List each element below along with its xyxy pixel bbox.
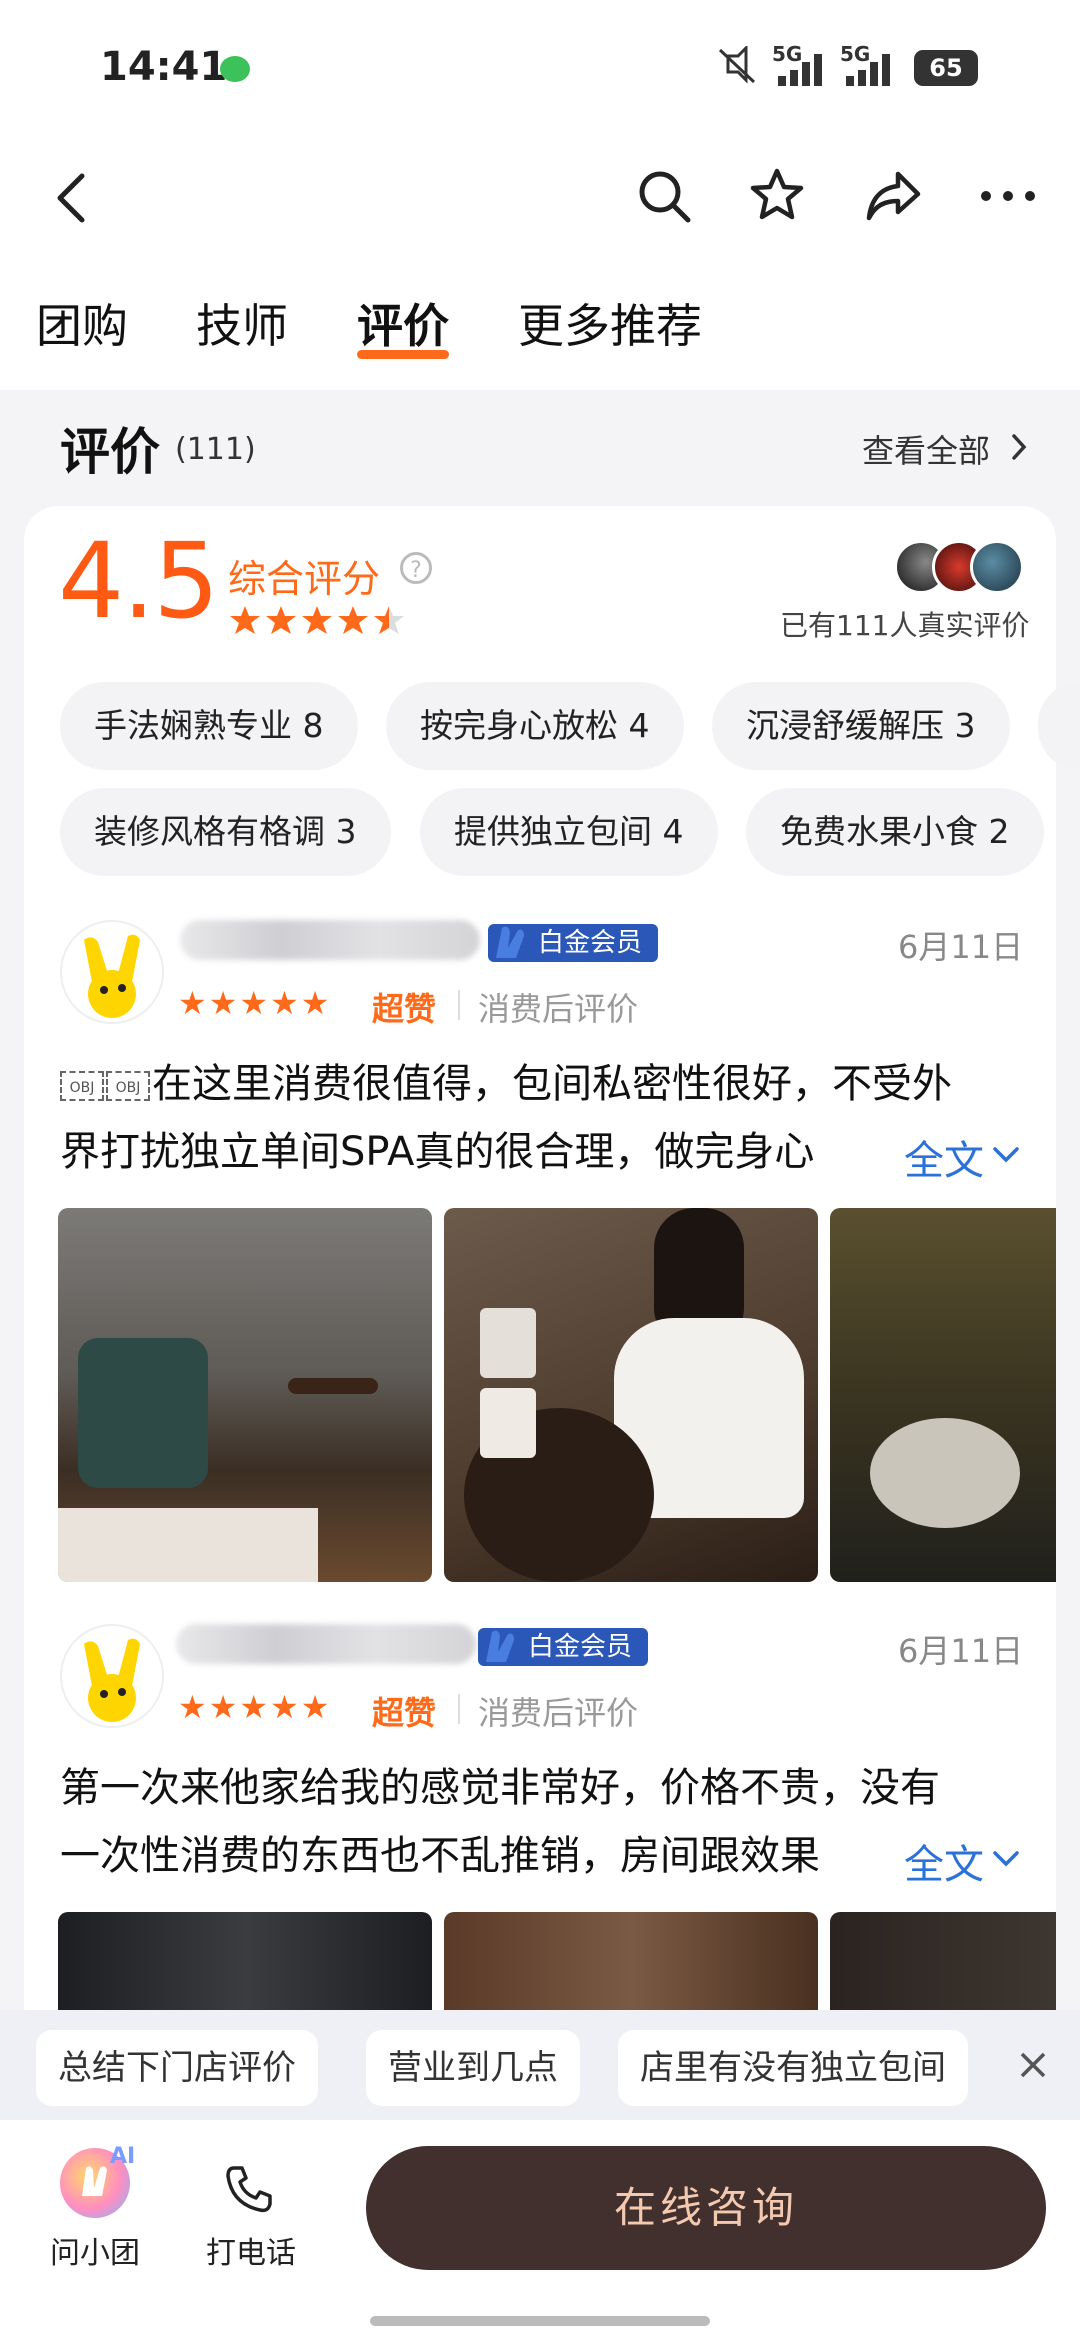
review-text: 在这里消费很值得，包间私密性很好，不受外	[152, 1061, 952, 1107]
ai-badge: AI	[110, 2144, 136, 2169]
review-photo[interactable]	[58, 1208, 432, 1582]
review-stars: ★★★★★	[178, 984, 332, 1022]
review-photo[interactable]	[444, 1912, 818, 2022]
suggestion-chip[interactable]: 总结下门店评价	[36, 2030, 318, 2106]
badge-label: 白金会员	[528, 1632, 633, 1662]
review-photo[interactable]	[58, 1912, 432, 2022]
review-photo[interactable]	[830, 1912, 1056, 2022]
tag-chip[interactable]: 按完身心放松 4	[386, 682, 684, 770]
obj-placeholder: OBJ	[60, 1071, 104, 1101]
tag-chip[interactable]: 免费水果小食 2	[746, 788, 1044, 876]
battery-level: 65	[929, 54, 963, 82]
tab-reviews[interactable]: 评价	[357, 290, 449, 356]
section-title: 评价	[60, 423, 160, 481]
tag-chip[interactable]: 提供独立包间 4	[420, 788, 718, 876]
review-date: 6月11日	[898, 1632, 1024, 1670]
battery-icon: 65	[914, 50, 978, 86]
online-consult-button[interactable]: 在线咨询	[366, 2146, 1046, 2270]
divider	[458, 1694, 460, 1724]
tag-chip[interactable]: 装修风格有格调 3	[60, 788, 391, 876]
bathtub-shape	[870, 1418, 1020, 1528]
suggestion-chip[interactable]: 营业到几点	[366, 2030, 580, 2106]
divider	[458, 990, 460, 1020]
mute-icon	[716, 44, 758, 90]
status-time: 14:41	[100, 44, 228, 90]
bed-shape	[58, 1508, 318, 1582]
close-icon[interactable]	[1018, 2050, 1048, 2080]
question-icon[interactable]: ?	[400, 552, 432, 584]
score-stars	[228, 604, 412, 642]
call-label[interactable]: 打电话	[206, 2228, 296, 2272]
avatar[interactable]	[60, 920, 164, 1024]
suggestion-chip[interactable]: 店里有没有独立包间	[618, 2030, 968, 2106]
home-indicator[interactable]	[370, 2316, 710, 2326]
reviewer-avatars	[894, 540, 1024, 596]
review-photo[interactable]	[830, 1208, 1056, 1582]
wechat-icon	[220, 56, 250, 82]
rating-text: 超赞	[372, 1694, 437, 1732]
share-icon[interactable]	[864, 168, 922, 224]
real-review-count: 已有111人真实评价	[780, 609, 1030, 642]
review-stars: ★★★★★	[178, 1688, 332, 1726]
review-photo[interactable]	[444, 1208, 818, 1582]
review-text-line: OBJ OBJ 在这里消费很值得，包间私密性很好，不受外	[60, 1050, 1050, 1118]
full-text-link[interactable]: 全文	[904, 1832, 984, 1890]
tab-group-buy[interactable]: 团购	[36, 290, 128, 356]
tab-more-recommend[interactable]: 更多推荐	[518, 290, 702, 356]
more-icon[interactable]	[980, 184, 1036, 208]
score-label: 综合评分	[228, 557, 381, 601]
rating-text: 超赞	[372, 990, 437, 1028]
chevron-down-icon[interactable]	[992, 1850, 1020, 1868]
active-tab-indicator	[357, 350, 449, 359]
chair-shape	[78, 1338, 208, 1488]
obj-placeholder: OBJ	[106, 1071, 150, 1101]
chevron-down-icon[interactable]	[992, 1146, 1020, 1164]
table-shape	[288, 1378, 378, 1394]
tag-chip[interactable]: 手法娴熟专业 8	[60, 682, 358, 770]
review-text-line: 界打扰独立单间SPA真的很合理，做完身心	[60, 1129, 815, 1175]
badge-label: 白金会员	[538, 928, 643, 958]
review-count: (111)	[175, 432, 256, 467]
member-badge: 白金会员	[488, 924, 659, 962]
search-icon[interactable]	[636, 168, 692, 224]
ask-label[interactable]: 问小团	[50, 2228, 140, 2272]
review-type: 消费后评价	[478, 1694, 639, 1732]
full-text-link[interactable]: 全文	[904, 1128, 984, 1186]
reviewer-name-blurred	[176, 1624, 476, 1664]
tab-technician[interactable]: 技师	[196, 290, 288, 356]
badge-icon	[478, 1624, 522, 1668]
back-icon[interactable]	[52, 170, 92, 226]
overall-score: 4.5	[58, 520, 219, 642]
cup-shape	[480, 1308, 536, 1378]
review-date: 6月11日	[898, 928, 1024, 966]
avatar[interactable]	[60, 1624, 164, 1728]
phone-icon[interactable]	[222, 2162, 276, 2216]
reviewer-name-blurred	[180, 920, 480, 960]
cup-shape	[480, 1388, 536, 1458]
star-outline-icon[interactable]	[748, 166, 806, 224]
signal-icon-2	[844, 48, 902, 92]
member-badge: 白金会员	[478, 1628, 649, 1666]
review-text-line: 一次性消费的东西也不乱推销，房间跟效果	[60, 1833, 820, 1879]
review-type: 消费后评价	[478, 990, 639, 1028]
badge-icon	[488, 920, 532, 964]
tag-chip[interactable]: 沉浸舒缓解压 3	[712, 682, 1010, 770]
see-all-link[interactable]: 查看全部	[862, 426, 990, 472]
avatar	[970, 540, 1024, 594]
signal-icon	[776, 48, 834, 92]
chevron-right-icon[interactable]	[1010, 432, 1028, 462]
review-text-line: 第一次来他家给我的感觉非常好，价格不贵，没有	[60, 1765, 940, 1811]
